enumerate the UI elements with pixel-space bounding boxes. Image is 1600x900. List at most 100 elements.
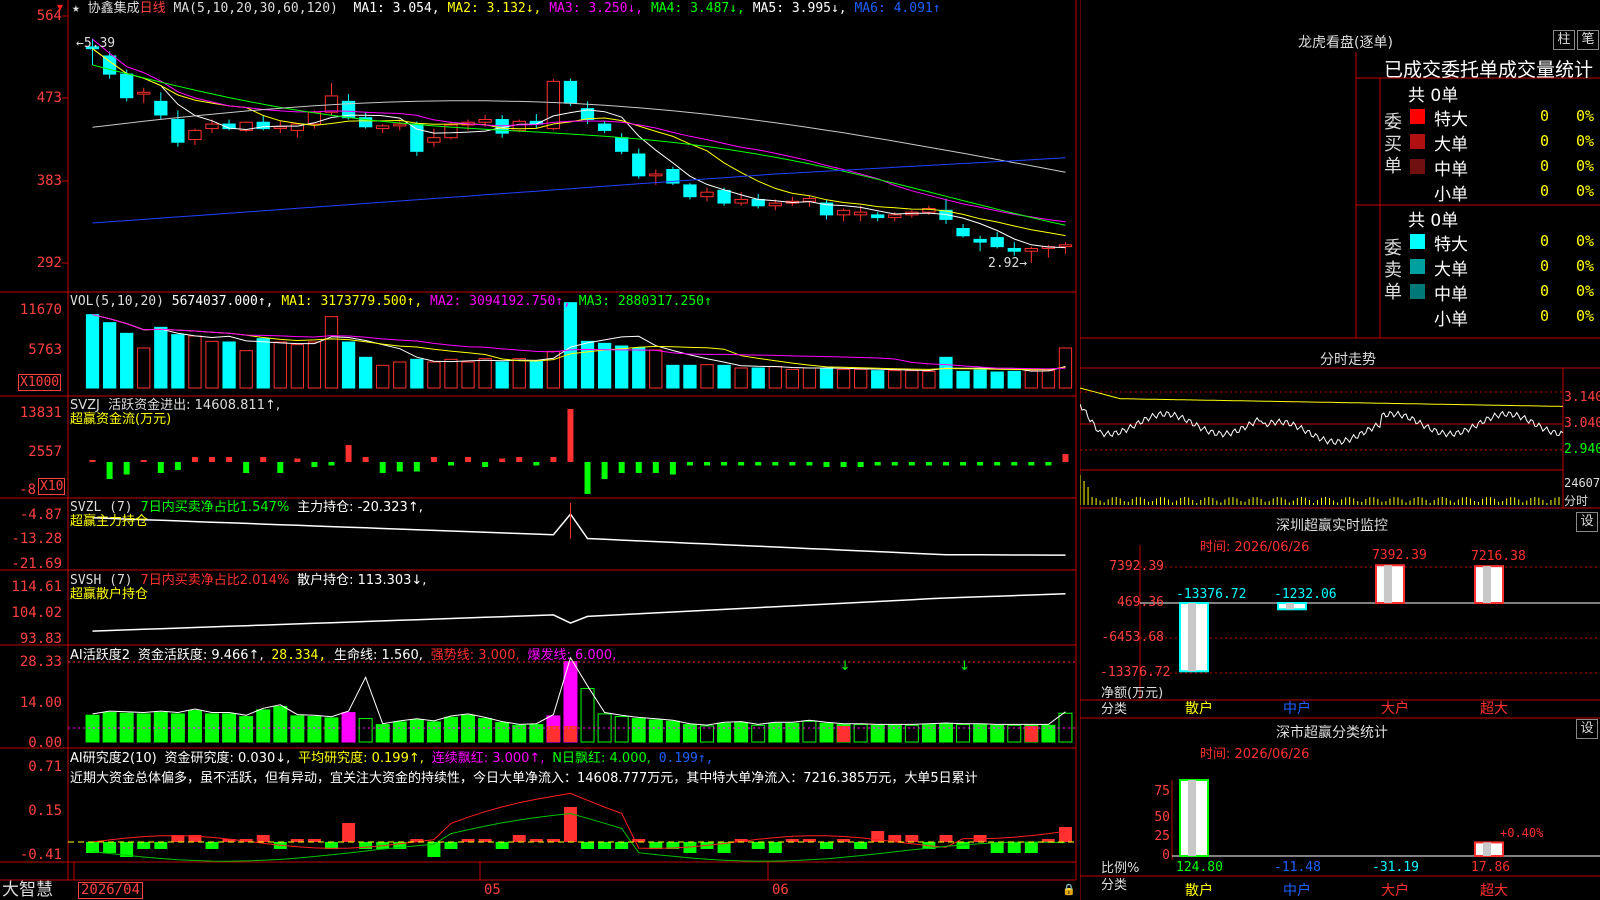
ai-active-value: 资金活跃度: 9.466↑, (137, 648, 264, 663)
fund-flow-bar (209, 457, 216, 462)
ma-value: MA1: 3.054, (345, 1, 440, 16)
candle-body (273, 126, 287, 130)
order-count: 0 (1540, 157, 1550, 175)
volume-bar (85, 314, 100, 389)
svzj-subtitle: 超赢资金流(万元) (70, 412, 172, 427)
star-icon[interactable]: ★ (72, 1, 80, 16)
intraday-vol: 24607 (1564, 476, 1600, 490)
candle-body (751, 198, 765, 207)
ai-research-bar (512, 835, 526, 842)
order-type-label: 特大 (1434, 110, 1468, 130)
ma-value: MA3: 3.250↓, (541, 1, 644, 16)
ai-active-bar (443, 716, 458, 743)
fund-flow-bar (618, 462, 625, 473)
volume-bar (478, 358, 492, 389)
sz-category: 大户 (1381, 701, 1409, 717)
candle-body (683, 184, 697, 198)
fund-flow-bar (567, 409, 574, 462)
fund-flow-bar (243, 462, 250, 473)
svzl-y-tick: -4.87 (19, 507, 62, 523)
ai-research-bar (615, 842, 629, 849)
ai-research-bar (1058, 827, 1072, 842)
class-stats-settings-button[interactable]: 设 (1576, 719, 1598, 739)
svzl-title: SVZL (7) (70, 500, 133, 515)
main-y-tick: 473 (36, 90, 62, 106)
class-bar-shade (1188, 780, 1196, 856)
sz-bar-label: -13376.72 (1176, 587, 1247, 602)
class-note: +0.40% (1500, 826, 1544, 840)
svzj-y-tick: 2557 (28, 444, 62, 460)
fund-flow-bar (960, 462, 967, 466)
ai-active-bar (478, 718, 493, 743)
candle-body (1024, 247, 1038, 252)
class-category: 大户 (1381, 883, 1409, 899)
order-pct: 0% (1576, 182, 1595, 200)
volume-bar (410, 358, 424, 389)
svzj-header: SVZJ 活跃资金进出: 14608.811↑, (70, 398, 280, 413)
ai-research-bar (205, 842, 219, 849)
signal-arrow: ↓ (959, 659, 970, 674)
ai-active-y-tick: 14.00 (19, 695, 62, 711)
candle-body (376, 125, 390, 130)
volume-bar (222, 341, 236, 389)
svsh-title: SVSH (7) (70, 573, 133, 588)
ai-active-bar (307, 716, 322, 743)
svsh-hold: 散户持仓: 113.303↓, (297, 573, 427, 588)
candle-body (1058, 244, 1073, 248)
sz-bar-label: 7216.38 (1471, 549, 1526, 565)
sz-monitor-settings-button[interactable]: 设 (1576, 512, 1598, 532)
candle-body (188, 129, 202, 140)
candle-body (410, 123, 424, 152)
fund-flow-bar (533, 462, 540, 466)
fund-flow-bar (857, 462, 864, 467)
svzl-ratio: 7日内买卖净占比1.547% (140, 500, 290, 515)
volume-bar (341, 341, 356, 389)
volume-bar (700, 364, 714, 389)
candle-body (546, 80, 561, 130)
fund-flow-bar (601, 462, 608, 479)
vol-ma3: MA3: 2880317.250↑ (578, 294, 712, 309)
period-label[interactable]: 日线 (140, 1, 166, 16)
ai-research-avg: 平均研究度: 0.199↑, (298, 751, 424, 766)
ai-research-bar (256, 835, 270, 842)
ai-research-cont: 连续飘红: 3.000↑, (431, 751, 545, 766)
candle-body (478, 119, 492, 123)
svzj-y-tick: 13831 (19, 405, 62, 421)
vol-header: VOL(5,10,20) 5674037.000↑, MA1: 3173779.… (70, 294, 712, 309)
volume-bar (905, 370, 919, 389)
volume-bar (649, 349, 663, 389)
svsh-subtitle: 超赢散户持仓 (70, 587, 149, 602)
vol-ma2: MA2: 3094192.750↑, (430, 294, 571, 309)
volume-bar (273, 341, 287, 389)
volume-bar (393, 361, 407, 389)
candle-body (871, 214, 885, 219)
fund-flow-bar (652, 462, 659, 473)
ai-active-bar (648, 719, 663, 743)
fund-flow-bar (1062, 454, 1069, 462)
class-cat-label: 分类 (1101, 878, 1128, 893)
ai-active-bar (580, 687, 595, 743)
candle-body (205, 123, 219, 130)
ai-active-bar (921, 724, 936, 743)
sz-cat-label: 分类 (1101, 702, 1128, 717)
lock-icon[interactable]: 🔒 (1062, 883, 1076, 896)
bar-mode-button[interactable]: 柱 (1553, 30, 1575, 50)
candle-body (632, 153, 646, 177)
stock-name[interactable]: 协鑫集成 (88, 1, 140, 16)
vol-ma1: MA1: 3173779.500↑, (281, 294, 423, 309)
ai-active-bar (665, 720, 680, 743)
tick-mode-button[interactable]: 笔 (1577, 30, 1599, 50)
candle-body (734, 198, 748, 204)
svsh-header: SVSH (7) 7日内买卖净占比2.014% 散户持仓: 113.303↓, (70, 573, 426, 588)
svsh-line (92, 593, 1066, 632)
candle-body (393, 123, 407, 127)
ai-research-bar (820, 842, 833, 849)
volume-bar (973, 369, 987, 389)
volume-bar (256, 338, 270, 389)
class-stats-title: 深市超赢分类统计 (1276, 725, 1388, 741)
order-type-label: 中单 (1434, 160, 1468, 180)
app-window: ↓ ↓ ★ 协鑫集成日线 MA(5,10,20,30,60,120) MA1: 3… (0, 0, 1600, 900)
class-category: 散户 (1185, 883, 1213, 899)
ai-burst-line: 爆发线: 6.000, (527, 648, 617, 663)
ai-active-bar (273, 706, 288, 743)
